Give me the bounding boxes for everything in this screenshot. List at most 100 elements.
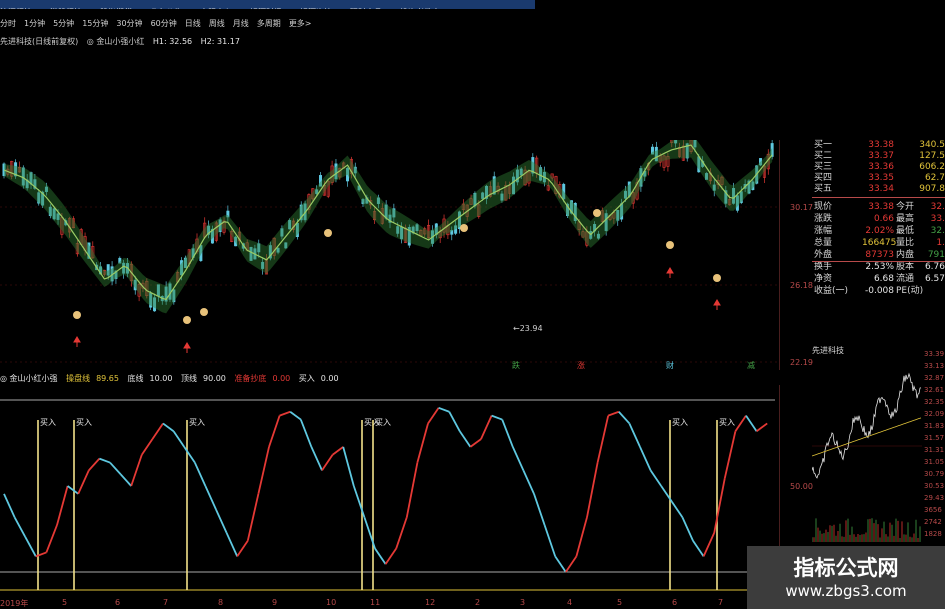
watermark-url: www.zbgs3.com — [785, 582, 907, 600]
period-tab[interactable]: 月线 — [233, 19, 249, 28]
bid-label: 买四 — [814, 173, 833, 183]
period-tab[interactable]: 日线 — [185, 19, 201, 28]
stat-value: 1. — [936, 238, 945, 248]
line1-label: 操盘线 — [66, 374, 91, 383]
bid-price: 33.36 — [868, 162, 894, 172]
h2-value: H2: 31.17 — [200, 37, 240, 46]
oscillator-segment — [459, 430, 472, 448]
oscillator-segment — [427, 407, 440, 424]
mini-axis-label: 33.39 — [924, 350, 945, 358]
oscillator-segment — [225, 532, 239, 557]
oscillator-segment — [172, 430, 185, 448]
mini-axis-label: 30.79 — [924, 470, 945, 478]
indicator-name[interactable]: ◎ 金山小强小红 — [87, 37, 145, 46]
stat-label: 现价 — [814, 202, 833, 212]
line1-value: 89.65 — [96, 374, 119, 383]
stat-value: 2.53% — [865, 262, 894, 272]
top-menu-item[interactable]: 投资者教育 — [400, 8, 440, 9]
bid-row: 买一 33.38 340.5 — [812, 140, 945, 151]
top-menu-item[interactable]: 银河财讯 — [250, 8, 282, 9]
top-menu-item[interactable]: 理财产品 — [350, 8, 382, 9]
chart-info-bar: 先进科技(日线前复权) ◎ 金山小强小红 H1: 32.56 H2: 31.17 — [0, 36, 535, 48]
stat-value: 6.76 — [924, 262, 945, 272]
stat-row: 外盘 87373 内盘 791 — [812, 250, 945, 261]
period-tab[interactable]: 5分钟 — [53, 19, 74, 28]
stat-label: PE(动) — [896, 286, 924, 296]
top-menu-item[interactable]: 股指期货 — [100, 8, 132, 9]
intraday-mini-chart[interactable] — [812, 356, 922, 542]
signal-label: 财 — [666, 361, 674, 370]
top-menu-item[interactable]: 客服中心 — [200, 8, 232, 9]
stat-value: 32. — [930, 202, 945, 212]
period-tab[interactable]: 分时 — [0, 19, 16, 28]
period-tab[interactable]: 60分钟 — [151, 19, 177, 28]
indicator-title[interactable]: ◎ 金山小红小强 — [0, 374, 58, 383]
oscillator-segment — [299, 419, 313, 448]
period-tab[interactable]: 15分钟 — [82, 19, 108, 28]
stat-row: 涨幅 2.02% 最低 32. — [812, 226, 945, 237]
oscillator-segment — [713, 478, 726, 534]
date-axis-label: 11 — [370, 598, 381, 607]
bid-price: 33.37 — [868, 151, 894, 161]
oscillator-segment — [491, 414, 503, 421]
oscillator-segment — [639, 446, 652, 471]
mini-axis-label: 3656 — [924, 506, 942, 514]
oscillator-segment — [543, 524, 557, 557]
stat-row: 涨跌 0.66 最高 33. — [812, 214, 945, 225]
date-axis-label: 9 — [272, 598, 278, 607]
oscillator-segment — [575, 517, 588, 557]
date-axis-label: 6 — [672, 598, 678, 607]
watermark: 指标公式网 www.zbgs3.com — [747, 546, 945, 609]
stock-name[interactable]: 先进科技(日线前复权) — [0, 37, 78, 46]
oscillator-segment — [24, 536, 37, 557]
moneybag-icon — [593, 209, 601, 217]
oscillator-segment — [395, 516, 408, 549]
main-kline-chart[interactable] — [0, 140, 780, 370]
panel-divider — [812, 197, 945, 198]
stat-row: 换手 2.53% 股本 6.76 — [812, 262, 945, 273]
stat-label: 净资 — [814, 274, 833, 284]
period-tab[interactable]: 周线 — [209, 19, 225, 28]
stat-row: 净资 6.68 流通 6.57 — [812, 274, 945, 285]
period-tab[interactable]: 更多> — [289, 19, 312, 28]
date-axis-label: 2019年 — [0, 599, 29, 608]
top-menu-item[interactable]: 银河资管 — [300, 8, 332, 9]
oscillator-segment — [723, 431, 737, 479]
oscillator-segment — [448, 411, 461, 432]
stat-value: 2.02% — [865, 226, 894, 236]
oscillator-segment — [246, 493, 260, 541]
top-menu-item[interactable]: 沪深行情 — [0, 8, 32, 9]
oscillator-segment — [151, 422, 164, 440]
mini-axis-label: 32.61 — [924, 386, 945, 394]
period-tab[interactable]: 1分钟 — [24, 19, 45, 28]
stat-value: 6.57 — [924, 274, 945, 284]
period-tab[interactable]: 多周期 — [257, 19, 281, 28]
stat-label: 外盘 — [814, 250, 833, 260]
oscillator-segment — [332, 446, 344, 456]
signal-label: 减 — [747, 361, 755, 370]
top-menu-item[interactable]: 业务公告 — [150, 8, 182, 9]
mini-axis-label: 31.31 — [924, 446, 945, 454]
period-tab[interactable]: 30分钟 — [116, 19, 142, 28]
mini-chart-axis: 33.39 33.13 32.87 32.61 32.35 32.09 31.83 31.57… — [924, 350, 945, 550]
stat-value: 33. — [930, 214, 945, 224]
indicator-chart[interactable]: 买入 买入 买入 买入买入 买入 买入 — [0, 385, 780, 595]
mini-axis-label: 30.53 — [924, 482, 945, 490]
panel-divider — [812, 261, 945, 262]
stat-value: 6.68 — [873, 274, 894, 284]
oscillator-segment — [480, 415, 493, 440]
oscillator-segment — [702, 532, 716, 557]
bid-price: 33.38 — [868, 140, 894, 150]
oscillator-segment — [586, 462, 599, 518]
stat-row: 总量 166475 量比 1. — [812, 238, 945, 249]
oscillator-segment — [162, 422, 175, 432]
mini-axis-label: 32.35 — [924, 398, 945, 406]
top-menu-item[interactable]: 港股行情 — [50, 8, 82, 9]
mini-axis-label: 32.87 — [924, 374, 945, 382]
oscillator-segment — [268, 415, 281, 448]
price-axis-label: 22.19 — [790, 358, 813, 367]
oscillator-segment — [511, 446, 525, 471]
oscillator-segment — [88, 458, 101, 471]
oscillator-segment — [469, 438, 482, 448]
stat-label: 收益(一) — [814, 286, 849, 296]
